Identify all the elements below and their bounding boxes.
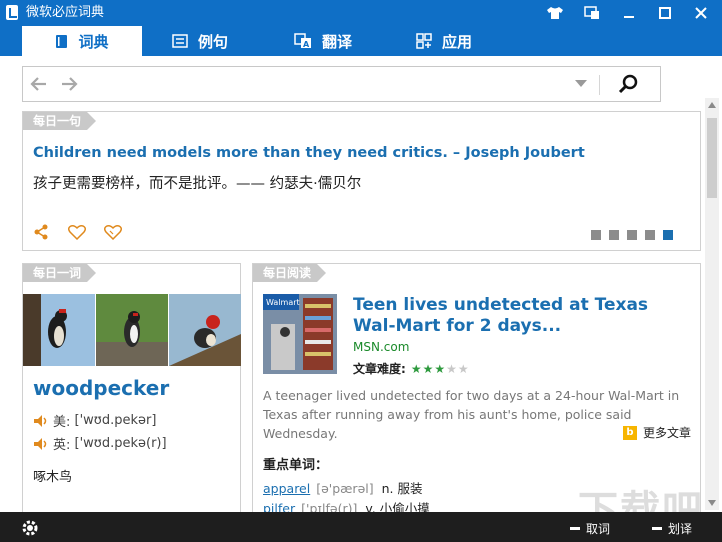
page-dot[interactable] — [645, 230, 655, 240]
toggle-dash-icon — [570, 527, 580, 530]
thumb-walmart-text: Walmart — [266, 298, 300, 307]
uk-label: 英: — [53, 438, 71, 453]
keyword-link[interactable]: apparel — [263, 481, 310, 496]
page-dot[interactable] — [591, 230, 601, 240]
sentence-chinese: 孩子更需要榜样，而不是批评。—— 约瑟夫·儒贝尔 — [33, 176, 362, 192]
tab-examples[interactable]: 例句 — [172, 26, 228, 56]
daily-word-tag: 每日一词 — [23, 264, 97, 282]
word-definition: 啄木鸟 — [33, 470, 73, 485]
share-icon[interactable] — [31, 222, 51, 242]
like-heart-icon[interactable] — [67, 222, 87, 242]
lookup-word-button[interactable]: 取词 — [570, 520, 610, 537]
keyword-definition: n. 服装 — [381, 481, 423, 496]
search-bar — [22, 66, 661, 102]
tab-label: 翻译 — [322, 32, 353, 51]
search-button[interactable] — [613, 71, 643, 97]
scroll-up-arrow-icon[interactable] — [705, 98, 719, 112]
minimize-button[interactable] — [612, 0, 646, 26]
window-title: 微软必应词典 — [26, 5, 105, 20]
page-dot-active[interactable] — [663, 230, 673, 240]
star-icon-filled: ★ — [422, 361, 434, 376]
vertical-scrollbar[interactable] — [705, 98, 719, 510]
page-dot[interactable] — [627, 230, 637, 240]
star-icon-empty: ★ — [446, 361, 457, 376]
woodpecker-image[interactable] — [23, 294, 95, 366]
article-difficulty: 文章难度: ★★★★★ — [353, 360, 469, 377]
highlight-label: 划译 — [668, 522, 693, 536]
woodpecker-image[interactable] — [96, 294, 168, 366]
star-icon-filled: ★ — [410, 361, 422, 376]
highlight-translate-button[interactable]: 划译 — [652, 520, 692, 537]
favorite-heart-icon[interactable] — [103, 222, 123, 242]
settings-gear-icon[interactable] — [20, 518, 40, 538]
speaker-icon[interactable] — [33, 437, 49, 451]
article-title-link[interactable]: Teen lives undetected at Texas Wal-Mart … — [353, 295, 683, 337]
daily-reading-tag: 每日阅读 — [253, 264, 327, 282]
daily-sentence-card: 每日一句 Children need models more than they… — [22, 111, 701, 251]
article-source: MSN.com — [353, 340, 410, 354]
scroll-thumb[interactable] — [707, 118, 717, 198]
uk-pronunciation: 英: ['wʊd.pekə(r)] — [33, 434, 167, 453]
apps-icon — [416, 33, 432, 49]
status-bar: 取词 划译 — [0, 512, 722, 542]
search-input[interactable] — [93, 73, 577, 97]
bing-icon: b — [623, 425, 637, 440]
app-logo-icon — [6, 5, 18, 20]
title-bar: 微软必应词典 — [0, 0, 722, 26]
translate-icon: A — [294, 33, 312, 49]
difficulty-label: 文章难度: — [353, 362, 406, 376]
us-phonetic: ['wʊd.pekər] — [74, 413, 157, 428]
toggle-dash-icon — [652, 527, 662, 530]
lookup-label: 取词 — [586, 522, 611, 536]
keyword-row: apparel [ə'pærəl] n. 服装 — [263, 478, 423, 497]
article-thumbnail[interactable]: Walmart — [263, 294, 337, 374]
svg-text:A: A — [303, 40, 310, 49]
list-icon — [172, 34, 188, 48]
more-articles-link[interactable]: b 更多文章 — [623, 424, 691, 441]
search-divider — [599, 75, 600, 95]
tab-dictionary[interactable]: 词典 — [22, 26, 142, 56]
scroll-down-arrow-icon[interactable] — [705, 496, 719, 510]
tab-apps[interactable]: 应用 — [416, 26, 472, 56]
us-label: 美: — [53, 415, 71, 430]
daily-word-card: 每日一词 woodpecker 美: ['wʊd.pekər] 英: ['wʊd… — [22, 263, 241, 518]
speaker-icon[interactable] — [33, 414, 49, 428]
star-icon-filled: ★ — [434, 361, 446, 376]
main-tab-bar: 词典 例句 A 翻译 应用 — [0, 26, 722, 56]
search-icon — [618, 74, 638, 94]
forward-arrow-icon[interactable] — [59, 74, 79, 94]
tab-label: 应用 — [442, 32, 473, 51]
mini-mode-icon[interactable] — [575, 0, 609, 26]
woodpecker-image[interactable] — [169, 294, 241, 366]
tab-label: 词典 — [78, 32, 109, 51]
sentence-english: Children need models more than they need… — [33, 145, 585, 161]
keywords-title: 重点单词： — [263, 458, 329, 473]
history-dropdown-icon[interactable] — [575, 80, 587, 87]
more-articles-label: 更多文章 — [643, 426, 692, 440]
back-arrow-icon[interactable] — [29, 74, 49, 94]
skin-shirt-icon[interactable] — [538, 0, 572, 26]
uk-phonetic: ['wʊd.pekə(r)] — [74, 436, 167, 451]
close-button[interactable] — [684, 0, 718, 26]
tab-label: 例句 — [198, 32, 229, 51]
daily-sentence-tag: 每日一句 — [23, 112, 97, 130]
dictionary-content: 每日一句 Children need models more than they… — [0, 56, 722, 518]
star-icon-empty: ★ — [457, 361, 469, 376]
maximize-button[interactable] — [648, 0, 682, 26]
word-headword: woodpecker — [33, 376, 170, 400]
tab-translate[interactable]: A 翻译 — [294, 26, 352, 56]
us-pronunciation: 美: ['wʊd.pekər] — [33, 411, 156, 430]
book-icon — [55, 34, 68, 49]
page-dot[interactable] — [609, 230, 619, 240]
keyword-phonetic: [ə'pærəl] — [316, 481, 374, 496]
